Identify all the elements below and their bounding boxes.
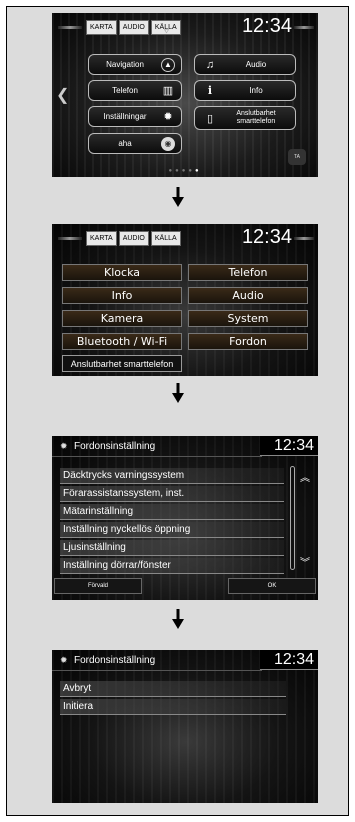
- fordon-button[interactable]: Fordon: [188, 333, 308, 350]
- clock: 12:34: [273, 651, 314, 668]
- initiera-option[interactable]: Initiera: [60, 699, 286, 715]
- avbryt-option[interactable]: Avbryt: [60, 681, 286, 697]
- page-dot: ●: [188, 168, 195, 174]
- page-indicator: ●●●●●: [52, 168, 318, 174]
- aha-label: aha: [118, 139, 132, 148]
- ok-button[interactable]: OK: [228, 578, 316, 594]
- tab-kalla[interactable]: KÄLLA: [150, 231, 181, 246]
- chevron-left-icon[interactable]: ❮: [56, 85, 69, 105]
- anslutbarhet-label: Anslutbarhet smarttelefon: [236, 110, 276, 125]
- ta-label: TA: [293, 154, 301, 160]
- list-item-dacktryck[interactable]: Däcktrycks varningssystem: [60, 468, 284, 484]
- page-dot: ●: [175, 168, 182, 174]
- installningar-button[interactable]: Inställningar ✹: [88, 106, 182, 127]
- installningar-label: Inställningar: [103, 112, 147, 121]
- telefon-button[interactable]: Telefon: [188, 264, 308, 281]
- satellite-icon: ⦡: [164, 26, 170, 35]
- telefon-label: Telefon: [112, 86, 138, 95]
- page-title: Fordonsinställning: [74, 655, 156, 666]
- anslutbarhet-button[interactable]: ▯ Anslutbarhet smarttelefon: [194, 106, 296, 130]
- music-note-icon: ♫: [205, 58, 215, 71]
- audio-button[interactable]: ♫ Audio: [194, 54, 296, 75]
- header-bar: ✹ Fordonsinställning 12:34: [52, 650, 318, 672]
- bluetooth-wifi-button[interactable]: Bluetooth / Wi-Fi: [62, 333, 182, 350]
- gear-icon: ✹: [60, 655, 68, 665]
- gear-icon: ✹: [163, 111, 173, 123]
- scroll-down-icon[interactable]: ︾: [300, 554, 310, 569]
- info-label: Info: [249, 86, 263, 95]
- kamera-button[interactable]: Kamera: [62, 310, 182, 327]
- header-bar: ✹ Fordonsinställning 12:34: [52, 436, 318, 458]
- klocka-button[interactable]: Klocka: [62, 264, 182, 281]
- reset-confirm-screen: ✹ Fordonsinställning 12:34 Avbryt Initie…: [52, 650, 318, 803]
- audio-button[interactable]: Audio: [188, 287, 308, 304]
- list-item-matarinstallning[interactable]: Mätarinställning: [60, 504, 284, 520]
- phone-icon: ▥: [162, 85, 174, 97]
- tab-karta[interactable]: KARTA: [86, 20, 117, 35]
- info-button[interactable]: Info: [62, 287, 182, 304]
- forvald-button[interactable]: Förvald: [54, 578, 142, 594]
- list-item-nyckellos[interactable]: Inställning nyckellös öppning: [60, 522, 284, 538]
- aha-icon: ◉: [161, 136, 175, 151]
- clock: 12:34: [241, 15, 292, 37]
- list-item-ljus[interactable]: Ljusinställning: [60, 540, 284, 556]
- page-dot-active: ●: [194, 168, 202, 174]
- scrollbar[interactable]: [290, 466, 295, 570]
- audio-label: Audio: [245, 60, 267, 69]
- list-item-forarassistans[interactable]: Förarassistanssystem, inst.: [60, 486, 284, 502]
- down-arrow-icon: [172, 187, 184, 207]
- page-title: Fordonsinställning: [74, 441, 156, 452]
- vehicle-settings-screen: ✹ Fordonsinställning 12:34 Däcktrycks va…: [52, 436, 318, 600]
- settings-screen: KARTA AUDIO KÄLLA 12:34 Klocka Telefon I…: [52, 224, 318, 376]
- home-screen: KARTA AUDIO KÄLLA ⦡ 12:34 ❮ Navigation ▲…: [52, 13, 318, 177]
- tab-audio[interactable]: AUDIO: [118, 20, 149, 35]
- clock: 12:34: [241, 226, 292, 248]
- ta-button[interactable]: TA: [288, 149, 306, 165]
- system-button[interactable]: System: [188, 310, 308, 327]
- info-icon: i: [207, 84, 213, 97]
- info-button[interactable]: i Info: [194, 80, 296, 101]
- gear-icon: ✹: [60, 441, 68, 451]
- down-arrow-icon: [172, 609, 184, 629]
- compass-icon: ▲: [161, 57, 175, 72]
- smartphone-icon: ▯: [206, 112, 214, 125]
- status-bar: KARTA AUDIO KÄLLA 12:34: [52, 224, 318, 254]
- tab-audio[interactable]: AUDIO: [118, 231, 149, 246]
- clock: 12:34: [273, 437, 314, 454]
- list-item-dorrar-fonster[interactable]: Inställning dörrar/fönster: [60, 558, 284, 574]
- telefon-button[interactable]: Telefon ▥: [88, 80, 182, 101]
- tab-karta[interactable]: KARTA: [86, 231, 117, 246]
- anslutbarhet-smarttelefon-button[interactable]: Anslutbarhet smarttelefon: [62, 355, 182, 372]
- aha-button[interactable]: aha ◉: [88, 133, 182, 154]
- scroll-up-icon[interactable]: ︽: [300, 469, 310, 484]
- navigation-label: Navigation: [106, 60, 144, 69]
- down-arrow-icon: [172, 383, 184, 403]
- navigation-button[interactable]: Navigation ▲: [88, 54, 182, 75]
- status-bar: KARTA AUDIO KÄLLA ⦡ 12:34: [52, 13, 318, 43]
